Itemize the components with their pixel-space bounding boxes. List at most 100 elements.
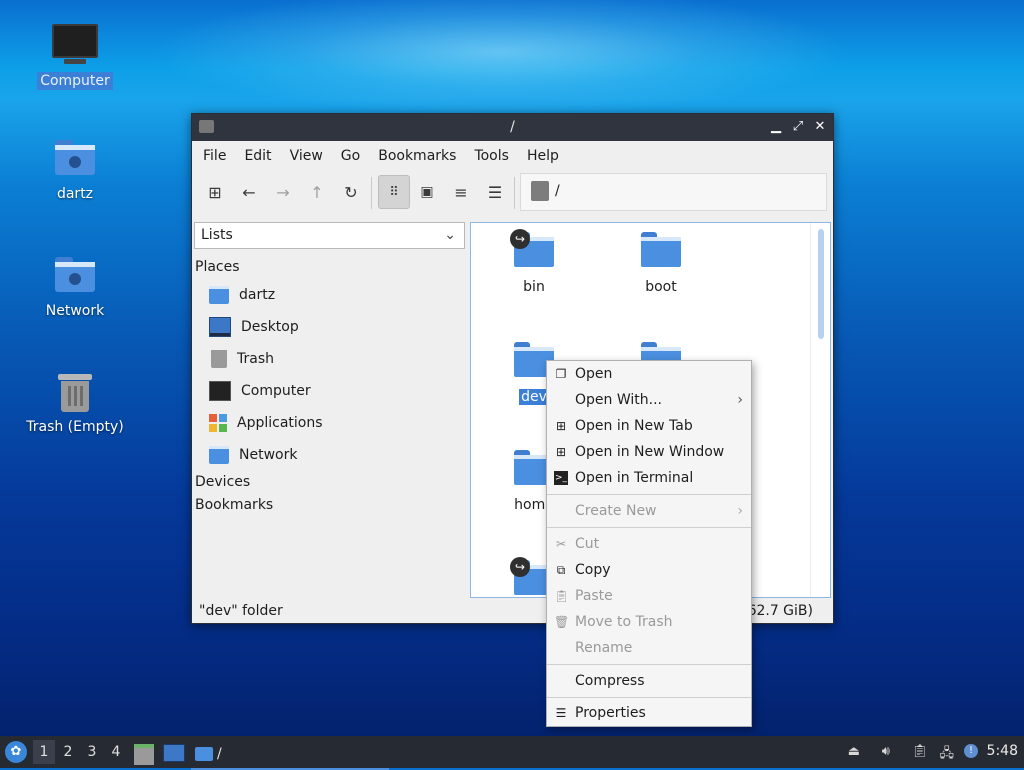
menu-separator	[547, 494, 751, 495]
desktop-icon-label: Trash (Empty)	[26, 419, 124, 435]
maximize-button[interactable]: ⤢	[789, 118, 807, 136]
desktop-icon-dartz[interactable]: dartz	[20, 140, 130, 203]
desktop-icon-label: Computer	[37, 72, 113, 90]
workspace-2-button[interactable]: 2	[57, 740, 79, 764]
menu-item-label: Copy	[575, 562, 611, 578]
reload-button[interactable]: ↻	[337, 178, 365, 206]
workspace-4-button[interactable]: 4	[105, 740, 127, 764]
menu-item-rename[interactable]: Rename	[547, 635, 751, 661]
menu-item-open-new-tab[interactable]: ⊞ Open in New Tab	[547, 413, 751, 439]
bookmarks-header[interactable]: Bookmarks	[195, 494, 465, 517]
scrollbar-track	[810, 223, 811, 597]
sidebar-item-label: Trash	[237, 351, 274, 367]
eject-icon[interactable]: ⏏	[848, 744, 860, 759]
devices-header[interactable]: Devices	[195, 471, 465, 494]
properties-icon: ☰	[555, 706, 567, 720]
trash-icon	[58, 374, 92, 412]
scrollbar-thumb[interactable]	[818, 229, 824, 339]
desktop-icon-computer[interactable]: Computer	[20, 24, 130, 90]
sidebar-item-label: Network	[239, 447, 298, 463]
volume-icon[interactable]: 🔊︎	[882, 744, 890, 759]
clipboard-icon[interactable]: 📋︎	[911, 744, 928, 759]
file-item-boot[interactable]: boot	[601, 232, 721, 295]
notification-icon[interactable]: !	[964, 744, 978, 758]
workspace-1-button[interactable]: 1	[33, 740, 55, 764]
start-menu-button[interactable]: ✿	[5, 741, 27, 763]
thumbnail-view-button[interactable]: ▣	[413, 178, 441, 206]
menu-bookmarks[interactable]: Bookmarks	[369, 148, 465, 164]
home-folder-icon	[209, 286, 229, 304]
menu-item-open-terminal[interactable]: >_ Open in Terminal	[547, 465, 751, 491]
detailed-view-button[interactable]: ☰	[481, 178, 509, 206]
path-bar[interactable]: /	[520, 173, 827, 211]
menu-help[interactable]: Help	[518, 148, 568, 164]
toolbar-separator	[371, 177, 372, 209]
menu-item-compress[interactable]: Compress	[547, 668, 751, 694]
sidebar-item-applications[interactable]: Applications	[195, 407, 465, 439]
toolbar: ⊞ ← → ↑ ↻ ⠿ ▣ ≡ ☰ /	[192, 171, 833, 213]
menu-item-open-new-window[interactable]: ⊞ Open in New Window	[547, 439, 751, 465]
menu-item-cut[interactable]: ✂ Cut	[547, 531, 751, 557]
menu-edit[interactable]: Edit	[235, 148, 280, 164]
network-folder-icon	[55, 257, 95, 292]
menu-item-paste[interactable]: 📋︎ Paste	[547, 583, 751, 609]
sidebar-item-trash[interactable]: Trash	[195, 343, 465, 375]
workspace-3-button[interactable]: 3	[81, 740, 103, 764]
scissors-icon: ✂	[555, 537, 567, 551]
back-button[interactable]: ←	[235, 178, 263, 206]
image-icon: ▣	[420, 184, 434, 200]
menu-separator	[547, 697, 751, 698]
menu-item-move-to-trash[interactable]: 🗑︎ Move to Trash	[547, 609, 751, 635]
symlink-icon: ↪	[510, 229, 530, 249]
paste-icon: 📋︎	[554, 589, 570, 603]
menu-tools[interactable]: Tools	[465, 148, 518, 164]
window-titlebar[interactable]: / ▁ ⤢ ✕	[192, 114, 833, 141]
clock[interactable]: 5:48	[987, 743, 1018, 759]
icon-view-button[interactable]: ⠿	[378, 175, 410, 209]
network-icon[interactable]: 🖧︎	[940, 744, 955, 766]
sidebar-item-desktop[interactable]: Desktop	[195, 311, 465, 343]
sidebar-item-computer[interactable]: Computer	[195, 375, 465, 407]
file-item-bin[interactable]: ↪ bin	[474, 229, 594, 295]
status-selection: "dev" folder	[199, 603, 283, 619]
forward-arrow-icon: →	[276, 182, 290, 202]
places-header[interactable]: Places	[195, 256, 465, 279]
menu-item-open[interactable]: ❐ Open	[547, 361, 751, 387]
taskbar-window-button[interactable]: /	[191, 739, 389, 770]
path-button-root[interactable]: /	[531, 180, 560, 202]
desktop-icon-trash[interactable]: Trash (Empty)	[20, 374, 130, 436]
path-label: /	[555, 183, 560, 199]
home-folder-icon	[55, 140, 95, 175]
menu-go[interactable]: Go	[332, 148, 369, 164]
menu-item-create-new[interactable]: Create New ›	[547, 498, 751, 524]
file-manager-launcher-icon[interactable]	[134, 744, 154, 765]
new-tab-button[interactable]: ⊞	[201, 178, 229, 206]
file-name: dev	[519, 389, 549, 405]
menu-item-copy[interactable]: ⧉ Copy	[547, 557, 751, 583]
sidebar-item-network[interactable]: Network	[195, 439, 465, 471]
sidebar-item-label: Applications	[237, 415, 323, 431]
computer-icon	[209, 381, 231, 401]
up-button[interactable]: ↑	[303, 178, 331, 206]
sidebar-item-dartz[interactable]: dartz	[195, 279, 465, 311]
open-icon: ❐	[555, 367, 567, 381]
menu-item-label: Open in New Tab	[575, 418, 693, 434]
menu-file[interactable]: File	[194, 148, 235, 164]
grid-icon: ⠿	[389, 184, 399, 200]
menu-view[interactable]: View	[281, 148, 332, 164]
minimize-button[interactable]: ▁	[767, 118, 785, 136]
desktop-icon-network[interactable]: Network	[20, 257, 130, 320]
menu-item-label: Open in Terminal	[575, 470, 694, 486]
menu-item-properties[interactable]: ☰ Properties	[547, 700, 751, 726]
back-arrow-icon: ←	[242, 182, 256, 202]
folder-icon	[195, 746, 213, 761]
sidebar-mode-select[interactable]: Lists ⌄	[194, 222, 465, 249]
close-button[interactable]: ✕	[811, 118, 829, 136]
menu-item-open-with[interactable]: Open With... ›	[547, 387, 751, 413]
forward-button[interactable]: →	[269, 178, 297, 206]
sidebar: Places dartz Desktop Trash Computer Appl…	[195, 256, 465, 517]
menu-item-label: Cut	[575, 536, 600, 552]
file-name: bin	[523, 279, 545, 295]
compact-view-button[interactable]: ≡	[447, 178, 475, 206]
show-desktop-icon[interactable]	[163, 744, 185, 762]
